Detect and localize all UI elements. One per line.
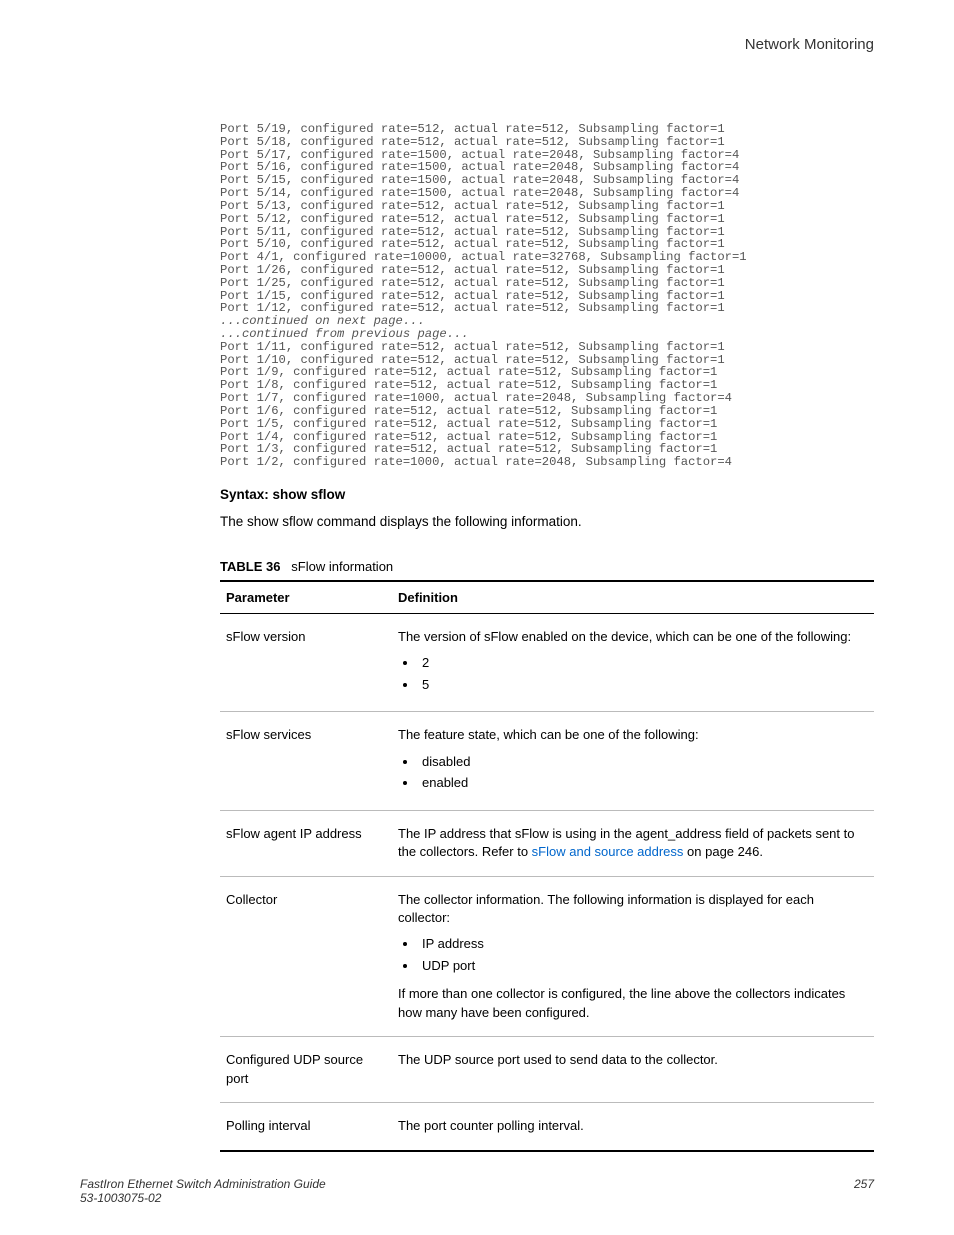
list-item: 2: [418, 654, 868, 672]
code-block-2: Port 1/11, configured rate=512, actual r…: [220, 340, 732, 469]
code-block-1: Port 5/19, configured rate=512, actual r…: [220, 122, 747, 315]
page-number: 257: [854, 1177, 874, 1191]
def-text: The feature state, which can be one of t…: [398, 727, 699, 742]
table-row: Configured UDP source port The UDP sourc…: [220, 1037, 874, 1103]
param-cell: Configured UDP source port: [220, 1037, 392, 1103]
footer-title: FastIron Ethernet Switch Administration …: [80, 1177, 874, 1191]
list-item: IP address: [418, 935, 868, 953]
param-cell: Collector: [220, 876, 392, 1037]
list-item: 5: [418, 676, 868, 694]
param-cell: sFlow agent IP address: [220, 810, 392, 876]
def-text: The version of sFlow enabled on the devi…: [398, 629, 851, 644]
param-cell: Polling interval: [220, 1103, 392, 1151]
bullet-list: 2 5: [398, 654, 868, 694]
def-cell: The IP address that sFlow is using in th…: [392, 810, 874, 876]
table-row: sFlow services The feature state, which …: [220, 712, 874, 810]
main-content: Syntax: show sflow The show sflow comman…: [220, 487, 874, 1152]
table-header-row: Parameter Definition: [220, 581, 874, 614]
col-definition: Definition: [392, 581, 874, 614]
def-cell: The UDP source port used to send data to…: [392, 1037, 874, 1103]
def-cell: The collector information. The following…: [392, 876, 874, 1037]
table-title: sFlow information: [291, 559, 393, 574]
def-after-note: If more than one collector is configured…: [398, 985, 868, 1022]
document-page: Network Monitoring Port 5/19, configured…: [0, 0, 954, 1235]
bullet-list: disabled enabled: [398, 753, 868, 793]
def-cell: The port counter polling interval.: [392, 1103, 874, 1151]
cross-reference-link[interactable]: sFlow and source address: [532, 844, 684, 859]
intro-text: The show sflow command displays the foll…: [220, 514, 874, 529]
footer-docnum: 53-1003075-02: [80, 1191, 874, 1205]
param-cell: sFlow version: [220, 613, 392, 711]
table-row: sFlow agent IP address The IP address th…: [220, 810, 874, 876]
list-item: enabled: [418, 774, 868, 792]
bullet-list: IP address UDP port: [398, 935, 868, 975]
col-parameter: Parameter: [220, 581, 392, 614]
code-output: Port 5/19, configured rate=512, actual r…: [220, 123, 894, 469]
table-caption: TABLE 36 sFlow information: [220, 559, 874, 574]
list-item: UDP port: [418, 957, 868, 975]
list-item: disabled: [418, 753, 868, 771]
table-row: Collector The collector information. The…: [220, 876, 874, 1037]
running-header: Network Monitoring: [60, 36, 894, 53]
def-cell: The version of sFlow enabled on the devi…: [392, 613, 874, 711]
def-text: The collector information. The following…: [398, 892, 814, 925]
table-row: Polling interval The port counter pollin…: [220, 1103, 874, 1151]
param-cell: sFlow services: [220, 712, 392, 810]
def-text-post: on page 246.: [683, 844, 763, 859]
syntax-line: Syntax: show sflow: [220, 487, 874, 502]
table-row: sFlow version The version of sFlow enabl…: [220, 613, 874, 711]
page-footer: 257 FastIron Ethernet Switch Administrat…: [80, 1177, 874, 1205]
def-cell: The feature state, which can be one of t…: [392, 712, 874, 810]
table-label: TABLE 36: [220, 559, 280, 574]
sflow-table: Parameter Definition sFlow version The v…: [220, 580, 874, 1152]
